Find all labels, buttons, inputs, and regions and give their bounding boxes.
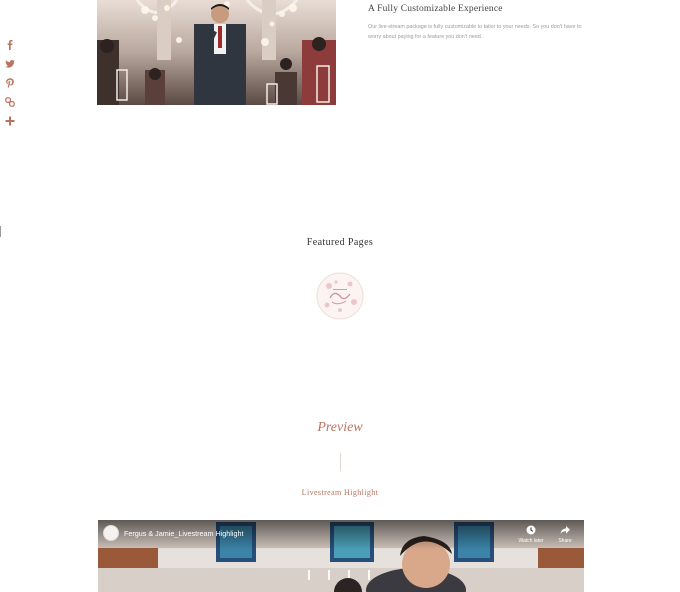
livestream-highlight-label: Livestream Highlight xyxy=(301,488,379,497)
facebook-icon xyxy=(7,40,13,50)
preview-divider xyxy=(340,453,341,471)
link-icon xyxy=(5,97,15,107)
wedding-logo-icon xyxy=(316,272,364,320)
preview-heading: Preview xyxy=(317,420,363,435)
feature-description: Our live-stream package is fully customi… xyxy=(368,24,582,40)
share-video-button[interactable]: Share xyxy=(550,525,580,544)
twitter-share-button[interactable] xyxy=(3,59,17,75)
watch-later-label: Watch later xyxy=(518,538,544,544)
watch-later-button[interactable]: Watch later xyxy=(516,525,546,544)
pinterest-icon xyxy=(6,78,14,88)
copy-link-button[interactable] xyxy=(3,97,17,113)
featured-page-logo[interactable] xyxy=(316,272,364,320)
clock-icon xyxy=(526,525,536,535)
scroll-marker xyxy=(0,226,1,237)
featured-pages-heading: Featured Pages xyxy=(306,237,374,248)
more-share-button[interactable] xyxy=(3,116,17,132)
twitter-icon xyxy=(5,60,15,68)
hero-photo xyxy=(97,0,336,105)
pinterest-share-button[interactable] xyxy=(3,78,17,94)
feature-block: A Fully Customizable Experience Our live… xyxy=(368,4,588,42)
video-title[interactable]: Fergus & Jamie_Livestream Highlight xyxy=(124,529,243,538)
channel-avatar[interactable] xyxy=(103,525,119,541)
share-label: Share xyxy=(558,538,572,544)
facebook-share-button[interactable] xyxy=(3,40,17,56)
share-arrow-icon xyxy=(560,526,570,534)
feature-title: A Fully Customizable Experience xyxy=(368,4,503,14)
page: A Fully Customizable Experience Our live… xyxy=(0,0,680,592)
plus-icon xyxy=(5,116,15,126)
share-bar xyxy=(3,37,17,132)
video-player[interactable]: Fergus & Jamie_Livestream Highlight Watc… xyxy=(98,520,584,592)
